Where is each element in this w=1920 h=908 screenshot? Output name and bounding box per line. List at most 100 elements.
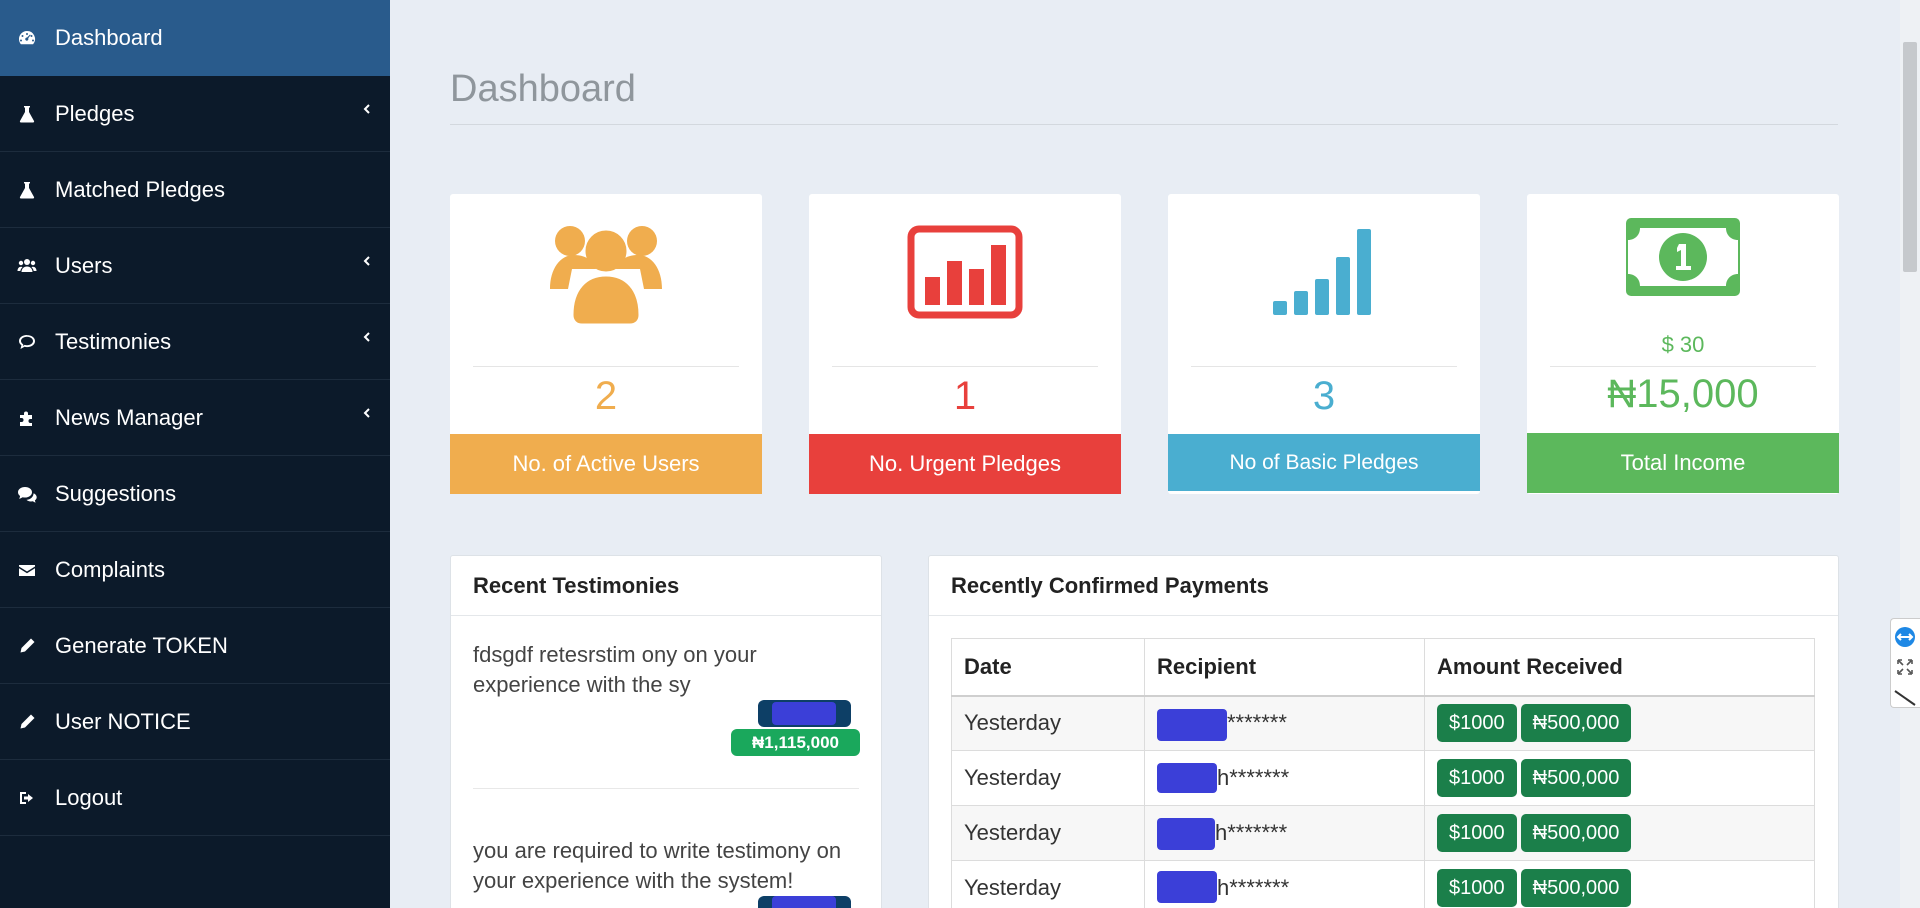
usd-amount-badge: $1000 [1437, 704, 1517, 743]
recipient-masked: ******* [1227, 710, 1287, 736]
table-header-row: Date Recipient Amount Received [951, 638, 1815, 697]
table-row: Yesterday h******* $1000 ₦500,000 [951, 860, 1815, 908]
testimony-divider [473, 788, 859, 789]
sidebar-item-label: News Manager [55, 404, 203, 430]
sidebar-item-label: User NOTICE [55, 708, 191, 734]
testimony-text: you are required to write testimony on y… [473, 838, 842, 893]
redaction-mark [1157, 818, 1215, 850]
ngn-amount-badge: ₦500,000 [1520, 759, 1632, 797]
sidebar-item-users[interactable]: Users [0, 228, 390, 304]
payments-table: Date Recipient Amount Received Yesterday… [951, 638, 1815, 908]
sidebar-item-label: Testimonies [55, 328, 172, 354]
amount-badge: ₦1,115,000 [731, 729, 860, 756]
recipient-cell: ******* [1144, 695, 1425, 751]
card-divider [473, 366, 739, 367]
remote-widget-icons [1894, 627, 1916, 706]
column-header-date[interactable]: Date [951, 638, 1145, 697]
total-income-value: ₦15,000 [1607, 372, 1759, 416]
recipient-cell: h******* [1144, 860, 1425, 908]
sidebar-item-label: Suggestions [55, 480, 177, 506]
comments-icon [14, 483, 40, 505]
users-icon [450, 212, 762, 332]
recent-payments-panel: Recently Confirmed Payments Date Recipie… [928, 555, 1839, 908]
sidebar-item-suggestions[interactable]: Suggestions [0, 456, 390, 532]
active-users-count: 2 [594, 374, 618, 418]
page-scrollbar[interactable] [1900, 0, 1920, 908]
urgent-pledges-count: 1 [953, 374, 977, 418]
usd-amount-badge: $1000 [1437, 869, 1517, 907]
title-divider [450, 124, 1838, 125]
table-row: Yesterday h******* $1000 ₦500,000 [951, 750, 1815, 806]
sidebar-item-news-manager[interactable]: News Manager [0, 380, 390, 456]
stat-card-basic-pledges: 3 No of Basic Pledges [1168, 194, 1480, 494]
redaction-mark [1157, 871, 1217, 903]
card-divider [1191, 366, 1457, 367]
user-badge [758, 896, 851, 908]
sidebar-item-testimonies[interactable]: Testimonies [0, 304, 390, 380]
page-title: Dashboard [450, 68, 636, 110]
recipient-masked: h******* [1217, 875, 1290, 900]
date-cell: Yesterday [951, 805, 1145, 861]
date-cell: Yesterday [951, 860, 1145, 908]
date-cell: Yesterday [951, 695, 1145, 751]
ngn-amount-badge: ₦500,000 [1520, 869, 1632, 907]
sidebar-item-dashboard[interactable]: Dashboard [0, 0, 390, 76]
bar-chart-icon [809, 212, 1121, 332]
usd-amount-badge: $1000 [1437, 814, 1517, 852]
testimony-text: fdsgdf retesrstim ony on your experience… [473, 642, 757, 697]
recipient-cell: h******* [1144, 805, 1425, 861]
column-header-recipient[interactable]: Recipient [1144, 638, 1425, 697]
ngn-amount-badge: ₦500,000 [1520, 704, 1632, 743]
sidebar-item-label: Matched Pledges [55, 176, 225, 202]
user-badge [758, 700, 851, 727]
amount-cell: $1000 ₦500,000 [1424, 695, 1815, 751]
usd-amount-badge: $1000 [1437, 759, 1517, 797]
chevron-left-icon [360, 330, 374, 344]
redaction-mark [772, 702, 836, 725]
sign-out-icon [14, 787, 40, 809]
redaction-mark [1157, 763, 1217, 793]
sidebar-item-label: Users [55, 252, 113, 278]
sidebar-item-logout[interactable]: Logout [0, 760, 390, 836]
table-row: Yesterday ******* $1000 ₦500,000 [951, 695, 1815, 751]
pencil-icon [14, 635, 40, 657]
puzzle-icon [14, 407, 40, 429]
card-divider [832, 366, 1098, 367]
sidebar-item-label: Generate TOKEN [55, 632, 228, 658]
date-cell: Yesterday [951, 750, 1145, 806]
amount-cell: $1000 ₦500,000 [1424, 805, 1815, 861]
sidebar-item-complaints[interactable]: Complaints [0, 532, 390, 608]
scrollbar-thumb[interactable] [1903, 42, 1917, 272]
dashboard-icon [14, 27, 40, 49]
basic-pledges-label[interactable]: No of Basic Pledges [1168, 434, 1480, 491]
urgent-pledges-label[interactable]: No. Urgent Pledges [809, 434, 1121, 494]
sidebar-item-user-notice[interactable]: User NOTICE [0, 684, 390, 760]
sidebar: Dashboard Pledges Matched Pledges Users … [0, 0, 390, 908]
panel-title: Recent Testimonies [451, 556, 881, 616]
card-divider [1550, 366, 1816, 367]
table-row: Yesterday h******* $1000 ₦500,000 [951, 805, 1815, 861]
main-content: Dashboard 2 No. of Active Users 1 No. Ur… [390, 0, 1920, 908]
sidebar-item-generate-token[interactable]: Generate TOKEN [0, 608, 390, 684]
remote-support-widget[interactable] [1890, 618, 1920, 708]
total-income-label[interactable]: Total Income [1527, 433, 1839, 493]
basic-pledges-count: 3 [1312, 374, 1336, 418]
stat-card-urgent-pledges: 1 No. Urgent Pledges [809, 194, 1121, 494]
flask-icon [14, 103, 40, 125]
pencil-icon [14, 711, 40, 733]
stat-card-active-users: 2 No. of Active Users [450, 194, 762, 494]
signal-icon [1168, 212, 1480, 332]
active-users-label[interactable]: No. of Active Users [450, 434, 762, 494]
stat-card-total-income: $ 30 ₦15,000 Total Income [1527, 194, 1839, 494]
sidebar-item-label: Logout [55, 784, 123, 810]
recipient-masked: h******* [1217, 765, 1290, 790]
sidebar-item-pledges[interactable]: Pledges [0, 76, 390, 152]
amount-cell: $1000 ₦500,000 [1424, 860, 1815, 908]
redaction-mark [1157, 708, 1227, 741]
money-icon [1527, 202, 1839, 312]
sidebar-item-matched-pledges[interactable]: Matched Pledges [0, 152, 390, 228]
sidebar-item-label: Pledges [55, 100, 135, 126]
column-header-amount[interactable]: Amount Received [1424, 638, 1815, 697]
panel-title: Recently Confirmed Payments [929, 556, 1838, 616]
sidebar-item-label: Dashboard [55, 24, 163, 50]
